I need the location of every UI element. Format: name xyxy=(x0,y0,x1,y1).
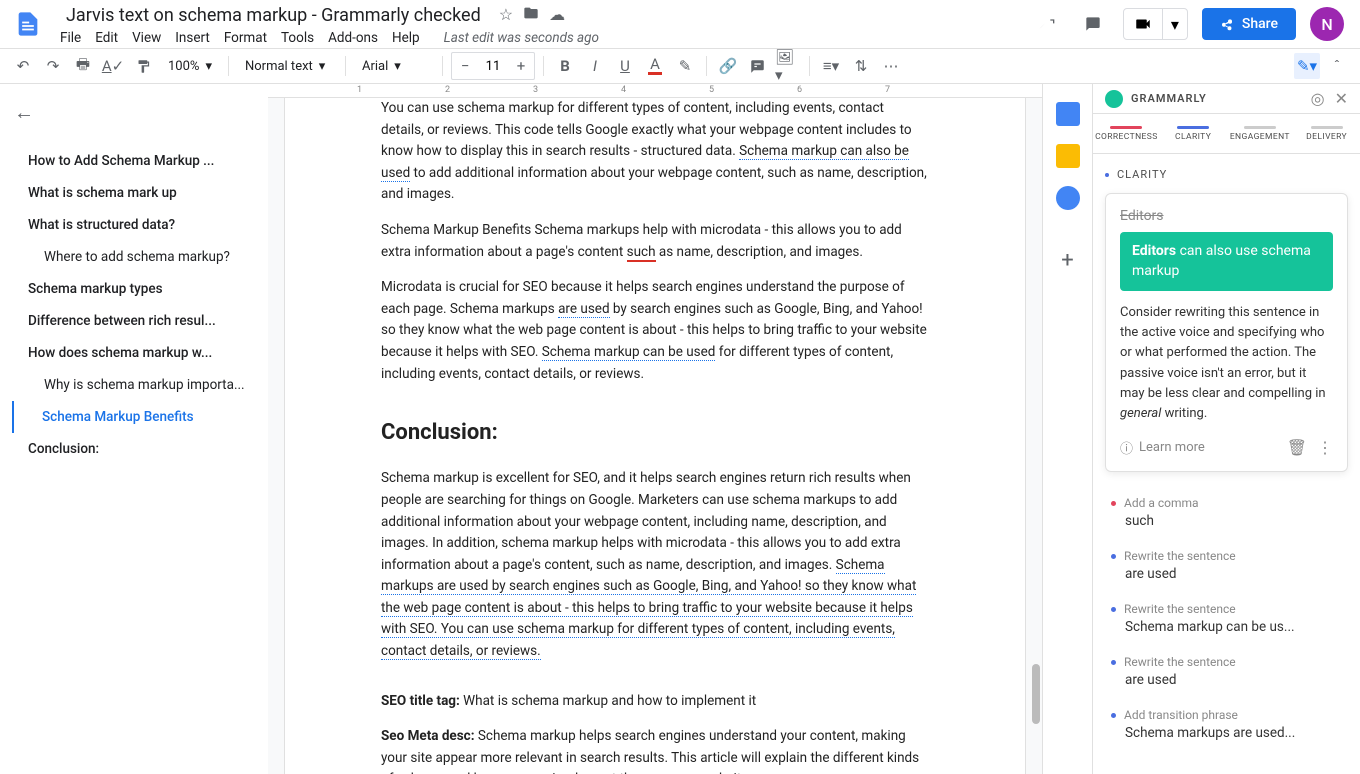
grammarly-suggestion-item[interactable]: Rewrite the sentenceare used xyxy=(1105,539,1348,592)
present-button[interactable] xyxy=(1124,9,1162,39)
grammarly-more-icon[interactable]: ⋮ xyxy=(1317,438,1333,457)
redo-button[interactable]: ↷ xyxy=(40,53,66,79)
document-outline: ← How to Add Schema Markup ... What is s… xyxy=(0,84,268,774)
menu-edit[interactable]: Edit xyxy=(95,30,118,46)
keep-addon-icon[interactable] xyxy=(1056,144,1080,168)
paragraph-style-select[interactable]: Normal text▾ xyxy=(237,55,337,78)
font-select[interactable]: Arial▾ xyxy=(354,55,434,78)
line-spacing-button[interactable]: ⇅ xyxy=(848,53,874,79)
body-label[interactable]: Seo Meta desc: xyxy=(381,728,478,744)
grammarly-learn-more[interactable]: ⓘ Learn more xyxy=(1120,438,1205,457)
tasks-addon-icon[interactable] xyxy=(1056,186,1080,210)
grammarly-target-icon[interactable]: ◎ xyxy=(1311,89,1325,108)
menu-tools[interactable]: Tools xyxy=(281,30,314,46)
grammarly-tab-clarity[interactable]: CLARITY xyxy=(1160,114,1227,153)
grammarly-suggestion-item[interactable]: Rewrite the sentenceSchema markup can be… xyxy=(1105,592,1348,645)
move-icon[interactable] xyxy=(523,5,539,25)
grammarly-suggestion-item[interactable]: Add transition phraseSchema markups are … xyxy=(1105,698,1348,751)
scrollbar-thumb[interactable] xyxy=(1032,664,1040,724)
italic-button[interactable]: I xyxy=(582,53,608,79)
paint-format-button[interactable] xyxy=(130,53,156,79)
grammarly-main-card: Editors Editors can also use schema mark… xyxy=(1105,193,1348,472)
outline-item[interactable]: How to Add Schema Markup ... xyxy=(14,145,247,177)
side-addons-panel: + xyxy=(1042,84,1092,774)
add-addon-button[interactable]: + xyxy=(1061,248,1073,273)
account-avatar[interactable]: N xyxy=(1310,7,1344,41)
collapse-toolbar-button[interactable]: ˆ xyxy=(1324,53,1350,79)
grammarly-original-text: Editors xyxy=(1120,208,1333,224)
body-text[interactable]: as name, description, and images. xyxy=(656,244,863,260)
font-size-decrease[interactable]: − xyxy=(452,53,478,79)
menu-insert[interactable]: Insert xyxy=(175,30,210,46)
outline-back-icon[interactable]: ← xyxy=(14,100,247,125)
grammarly-panel: GRAMMARLY ◎ ✕ CORRECTNESS CLARITY ENGAGE… xyxy=(1092,84,1360,774)
grammarly-close-icon[interactable]: ✕ xyxy=(1335,89,1348,108)
font-size-increase[interactable]: + xyxy=(508,53,534,79)
grammarly-marked-text[interactable]: are used xyxy=(558,301,609,318)
outline-item[interactable]: Where to add schema markup? xyxy=(14,241,247,273)
last-edit-link[interactable]: Last edit was seconds ago xyxy=(444,30,599,46)
calendar-addon-icon[interactable] xyxy=(1056,102,1080,126)
outline-item-active[interactable]: Schema Markup Benefits xyxy=(12,401,247,433)
grammarly-tab-engagement[interactable]: ENGAGEMENT xyxy=(1227,114,1294,153)
menu-view[interactable]: View xyxy=(132,30,161,46)
align-button[interactable]: ≡▾ xyxy=(818,53,844,79)
body-text[interactable]: What is schema markup and how to impleme… xyxy=(463,693,756,709)
insert-link-button[interactable]: 🔗 xyxy=(715,53,741,79)
grammarly-brand: GRAMMARLY xyxy=(1131,92,1207,105)
outline-item[interactable]: What is schema mark up xyxy=(14,177,247,209)
grammarly-tab-delivery[interactable]: DELIVERY xyxy=(1293,114,1360,153)
bold-button[interactable]: B xyxy=(552,53,578,79)
grammarly-suggestion-item[interactable]: Rewrite the sentenceare used xyxy=(1105,645,1348,698)
outline-item[interactable]: Schema markup types xyxy=(14,273,247,305)
print-button[interactable]: 🖶 xyxy=(70,53,96,79)
grammarly-apply-suggestion[interactable]: Editors can also use schema markup xyxy=(1120,232,1333,291)
body-text[interactable]: Schema markup is excellent for SEO, and … xyxy=(381,470,911,572)
star-icon[interactable]: ☆ xyxy=(499,5,513,25)
text-color-button[interactable]: A xyxy=(642,53,668,79)
activity-icon[interactable] xyxy=(1031,8,1063,40)
grammarly-suggestion-item[interactable]: Add a commasuch xyxy=(1105,486,1348,539)
menu-help[interactable]: Help xyxy=(392,30,420,46)
share-button[interactable]: Share xyxy=(1202,8,1296,40)
share-label: Share xyxy=(1242,16,1278,32)
outline-item[interactable]: Conclusion: xyxy=(14,433,247,465)
underline-button[interactable]: U xyxy=(612,53,638,79)
menu-addons[interactable]: Add-ons xyxy=(328,30,378,46)
document-canvas[interactable]: You can use schema markup for different … xyxy=(268,84,1042,774)
more-button[interactable]: ⋯ xyxy=(878,53,904,79)
docs-logo-icon[interactable] xyxy=(10,0,46,48)
grammarly-tab-correctness[interactable]: CORRECTNESS xyxy=(1093,114,1160,153)
undo-button[interactable]: ↶ xyxy=(10,53,36,79)
body-label[interactable]: SEO title tag: xyxy=(381,693,463,709)
comments-icon[interactable] xyxy=(1077,8,1109,40)
insert-image-button[interactable]: 🖼▾ xyxy=(775,53,801,79)
outline-item[interactable]: How does schema markup w... xyxy=(14,337,247,369)
font-size-input[interactable] xyxy=(478,59,508,74)
highlight-color-button[interactable]: ✎ xyxy=(672,53,698,79)
insert-comment-button[interactable] xyxy=(745,53,771,79)
horizontal-ruler[interactable] xyxy=(268,84,1042,98)
grammarly-explanation: Consider rewriting this sentence in the … xyxy=(1120,303,1333,424)
grammarly-marked-text[interactable]: such xyxy=(627,244,656,262)
body-text[interactable]: to add additional information about your… xyxy=(381,165,927,203)
outline-item[interactable]: Difference between rich resul... xyxy=(14,305,247,337)
present-dropdown[interactable]: ▾ xyxy=(1162,9,1187,39)
zoom-select[interactable]: 100%▾ xyxy=(160,55,220,78)
document-title[interactable]: Jarvis text on schema markup - Grammarly… xyxy=(60,3,487,28)
outline-item[interactable]: Why is schema markup importa... xyxy=(14,369,247,401)
heading-conclusion[interactable]: Conclusion: xyxy=(381,415,929,450)
menu-file[interactable]: File xyxy=(60,30,81,46)
cloud-status-icon[interactable]: ☁ xyxy=(549,5,565,25)
grammarly-section-label: CLARITY xyxy=(1105,168,1348,181)
menu-format[interactable]: Format xyxy=(224,30,267,46)
spellcheck-button[interactable]: A✓ xyxy=(100,53,126,79)
outline-item[interactable]: What is structured data? xyxy=(14,209,247,241)
editing-mode-button[interactable]: ✎▾ xyxy=(1294,53,1320,79)
grammarly-dismiss-icon[interactable]: 🗑 xyxy=(1287,438,1307,457)
grammarly-logo-icon xyxy=(1105,90,1123,108)
grammarly-marked-text[interactable]: Schema markup can be used xyxy=(542,344,716,361)
